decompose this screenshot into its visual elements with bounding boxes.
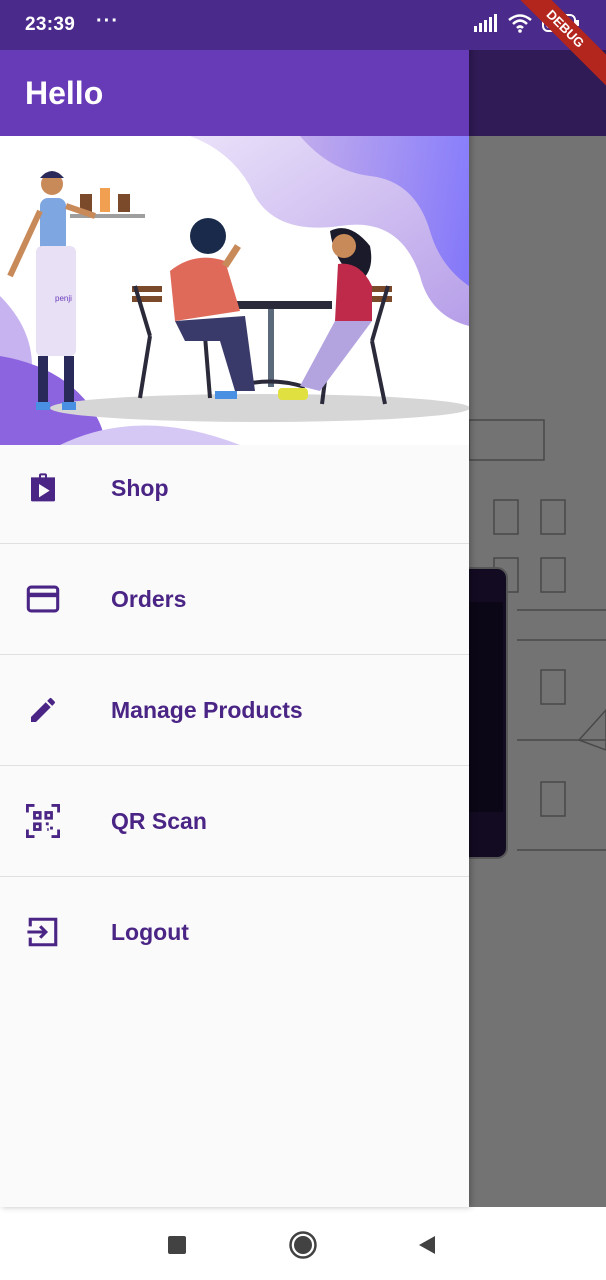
wifi-icon xyxy=(508,14,532,33)
status-time: 23:39 xyxy=(25,14,76,35)
status-bar: 23:39 ··· xyxy=(0,0,606,50)
cafe-illustration: penji xyxy=(0,136,469,445)
shop-icon xyxy=(26,471,60,505)
edit-pencil-icon xyxy=(26,693,60,727)
recents-square-icon[interactable] xyxy=(159,1227,195,1263)
drawer-title: Hello xyxy=(25,75,104,111)
menu-item-shop[interactable]: Shop xyxy=(0,433,469,543)
system-navigation-bar xyxy=(0,1207,606,1280)
menu-item-qr-scan[interactable]: QR Scan xyxy=(0,766,469,876)
back-triangle-icon[interactable] xyxy=(409,1227,445,1263)
qr-scan-icon xyxy=(26,804,60,838)
drawer-header: Hello xyxy=(0,50,469,136)
home-circle-icon[interactable] xyxy=(285,1227,321,1263)
menu-label-logout: Logout xyxy=(111,918,189,945)
menu-label-shop: Shop xyxy=(111,474,169,501)
menu-item-orders[interactable]: Orders xyxy=(0,544,469,654)
apron-text: penji xyxy=(55,294,72,303)
signal-icon xyxy=(474,14,497,32)
menu-item-logout[interactable]: Logout xyxy=(0,877,469,987)
navigation-drawer: Hello penji Shop Orders Manage Products … xyxy=(0,0,469,1207)
credit-card-icon xyxy=(26,582,60,616)
menu-item-manage-products[interactable]: Manage Products xyxy=(0,655,469,765)
drawer-banner-illustration: penji xyxy=(0,136,469,445)
status-notification-dots: ··· xyxy=(96,10,119,32)
menu-label-qr-scan: QR Scan xyxy=(111,807,207,834)
menu-label-orders: Orders xyxy=(111,585,187,612)
logout-icon xyxy=(26,915,60,949)
menu-label-manage-products: Manage Products xyxy=(111,696,303,723)
